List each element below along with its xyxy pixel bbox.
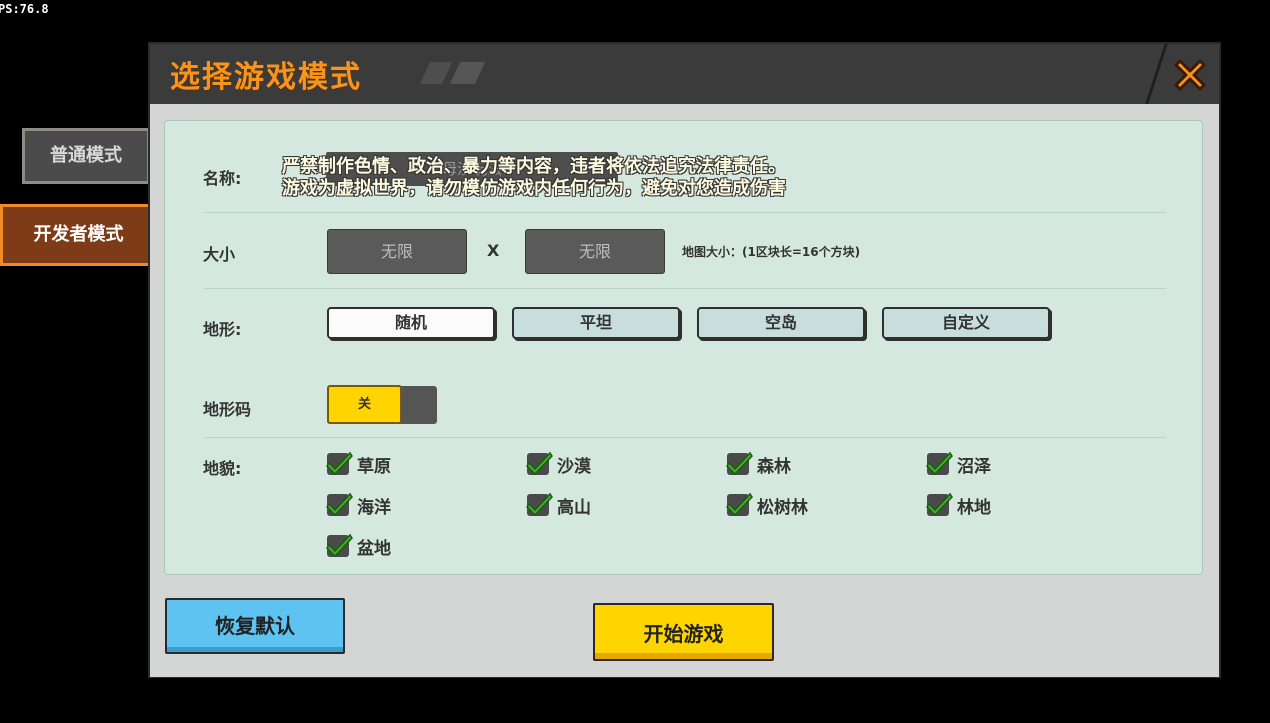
checkbox-checked-icon xyxy=(326,533,353,558)
checkbox-checked-icon xyxy=(326,492,353,517)
name-label: 名称: xyxy=(203,169,242,188)
checkbox-label: 森林 xyxy=(757,456,791,477)
checkbox-checked-icon xyxy=(326,451,353,476)
close-button[interactable] xyxy=(1170,55,1210,95)
biome-checkbox-grassland[interactable]: 草原 xyxy=(326,450,391,478)
divider xyxy=(204,212,1166,213)
biome-checkbox-swamp[interactable]: 沼泽 xyxy=(926,450,991,478)
map-size-hint: 地图大小：(1区块长=16个方块) xyxy=(682,245,861,259)
biome-checkbox-ocean[interactable]: 海洋 xyxy=(326,491,391,519)
biome-checkbox-basin[interactable]: 盆地 xyxy=(326,532,391,560)
biome-checkbox-pine-forest[interactable]: 松树林 xyxy=(726,491,808,519)
checkbox-label: 盆地 xyxy=(357,538,391,559)
title-decoration xyxy=(449,62,486,84)
map-width-input[interactable]: 无限 xyxy=(327,229,467,274)
size-label: 大小 xyxy=(203,245,236,264)
biome-checkbox-woodland[interactable]: 林地 xyxy=(926,491,991,519)
map-height-input[interactable]: 无限 xyxy=(525,229,665,274)
fps-counter: PS:76.8 xyxy=(0,2,49,16)
size-separator: X xyxy=(487,241,500,260)
checkbox-label: 沼泽 xyxy=(957,456,991,477)
start-game-button[interactable]: 开始游戏 xyxy=(593,603,774,661)
checkbox-checked-icon xyxy=(726,451,753,476)
biome-label: 地貌: xyxy=(203,459,242,478)
checkbox-label: 林地 xyxy=(957,497,991,518)
terrain-option-custom[interactable]: 自定义 xyxy=(882,307,1050,339)
content-notice: 严禁制作色情、政治、暴力等内容，违者将依法追究法律责任。 游戏为虚拟世界，请勿模… xyxy=(282,156,786,200)
checkbox-checked-icon xyxy=(526,492,553,517)
biome-checkbox-forest[interactable]: 森林 xyxy=(726,450,791,478)
terrain-option-flat[interactable]: 平坦 xyxy=(512,307,680,339)
reset-defaults-button[interactable]: 恢复默认 xyxy=(165,598,345,654)
tab-normal-mode[interactable]: 普通模式 xyxy=(22,128,150,184)
checkbox-label: 松树林 xyxy=(757,497,808,518)
terrain-option-sky-island[interactable]: 空岛 xyxy=(697,307,865,339)
biome-checkbox-mountain[interactable]: 高山 xyxy=(526,491,591,519)
checkbox-checked-icon xyxy=(926,451,953,476)
divider xyxy=(204,437,1166,438)
title-divider xyxy=(1141,44,1168,104)
biome-checkbox-desert[interactable]: 沙漠 xyxy=(526,450,591,478)
checkbox-label: 草原 xyxy=(357,456,391,477)
tab-developer-mode[interactable]: 开发者模式 xyxy=(0,204,157,266)
notice-line-2: 游戏为虚拟世界，请勿模仿游戏内任何行为，避免对您造成伤害 xyxy=(282,178,786,199)
dialog-title: 选择游戏模式 xyxy=(170,60,362,95)
checkbox-label: 沙漠 xyxy=(557,456,591,477)
checkbox-checked-icon xyxy=(926,492,953,517)
checkbox-label: 高山 xyxy=(557,497,591,518)
terrain-code-label: 地形码 xyxy=(203,400,252,419)
terrain-label: 地形: xyxy=(203,320,242,339)
close-icon xyxy=(1174,59,1206,91)
terrain-option-random[interactable]: 随机 xyxy=(327,307,495,339)
checkbox-checked-icon xyxy=(726,492,753,517)
notice-line-1: 严禁制作色情、政治、暴力等内容，违者将依法追究法律责任。 xyxy=(282,156,786,177)
divider xyxy=(204,288,1166,289)
checkbox-label: 海洋 xyxy=(357,497,391,518)
checkbox-checked-icon xyxy=(526,451,553,476)
title-decoration xyxy=(419,62,453,84)
terrain-code-toggle-knob[interactable]: 关 xyxy=(327,385,402,424)
